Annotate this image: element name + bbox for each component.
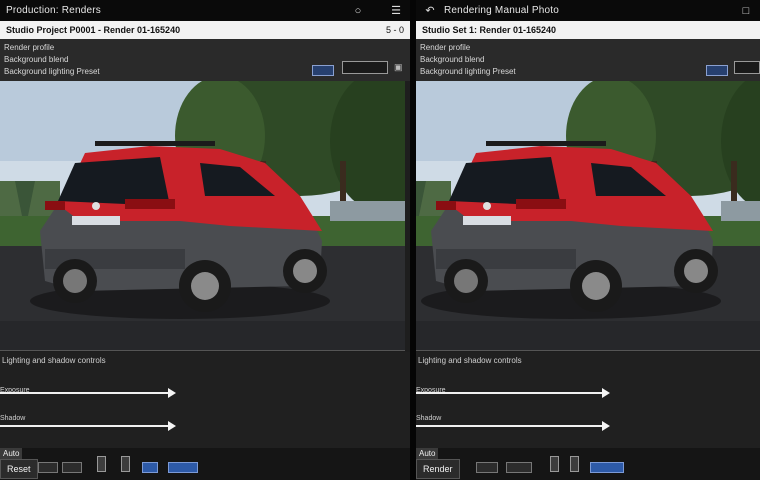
tool-icon[interactable] (97, 456, 106, 472)
controls-panel: Lighting and shadow controls Exposure Sh… (0, 352, 410, 448)
auto-label: Auto (0, 448, 23, 459)
title-bar: Production: Renders ○ ☰ (0, 0, 410, 21)
toolbar-chip[interactable] (476, 462, 498, 473)
toolbar-chip[interactable] (62, 462, 82, 473)
car-image (416, 81, 760, 350)
tool-icon[interactable] (570, 456, 579, 472)
window-title: Rendering Manual Photo (444, 5, 560, 16)
meta-panel: Render profile Background blend Backgrou… (416, 39, 760, 81)
meta-row: Background blend (420, 55, 485, 64)
toolbar-chip-blue[interactable] (590, 462, 624, 473)
controls-panel: Lighting and shadow controls Exposure Sh… (416, 352, 760, 448)
info-counter: 5 - 0 (385, 25, 404, 35)
info-bar: Studio Set 1: Render 01-165240 (416, 21, 760, 39)
slider-label: Shadow (416, 415, 442, 422)
toolbar-chip[interactable] (38, 462, 58, 473)
lock-icon[interactable]: ▣ (394, 62, 403, 73)
meta-row: Background lighting Preset (4, 67, 100, 76)
toolbar-chip[interactable] (506, 462, 532, 473)
exposure-thumb[interactable] (602, 388, 610, 398)
meta-panel: Render profile Background blend Backgrou… (0, 39, 410, 81)
tool-icon[interactable] (121, 456, 130, 472)
search-icon[interactable]: ○ (350, 3, 366, 19)
bottom-toolbar: Auto Reset (0, 448, 410, 480)
controls-caption: Lighting and shadow controls (418, 356, 522, 365)
right-panel: ↶ Rendering Manual Photo □ Studio Set 1:… (416, 0, 760, 480)
render-preview (416, 81, 760, 351)
tool-icon[interactable] (550, 456, 559, 472)
render-button[interactable]: Render (416, 459, 460, 479)
auto-label: Auto (416, 448, 439, 459)
shadow-thumb[interactable] (602, 421, 610, 431)
info-bar: Studio Project P0001 - Render 01-165240 … (0, 21, 410, 39)
controls-caption: Lighting and shadow controls (2, 356, 106, 365)
exposure-thumb[interactable] (168, 388, 176, 398)
info-text: Studio Project P0001 - Render 01-165240 (6, 25, 181, 35)
shadow-slider[interactable] (0, 425, 168, 427)
meta-row: Background lighting Preset (420, 67, 516, 76)
title-bar: ↶ Rendering Manual Photo □ (416, 0, 760, 21)
reset-button[interactable]: Reset (0, 459, 38, 479)
back-icon[interactable]: ↶ (422, 3, 438, 19)
menu-icon[interactable]: ☰ (388, 3, 404, 19)
toolbar-chip-blue[interactable] (142, 462, 158, 473)
preset-button[interactable] (312, 65, 334, 76)
slider-label: Shadow (0, 415, 26, 422)
document-icon[interactable]: □ (738, 3, 754, 19)
bottom-toolbar: Auto Render (416, 448, 760, 480)
shadow-slider[interactable] (416, 425, 602, 427)
car-image (0, 81, 405, 350)
window-title: Production: Renders (6, 5, 101, 16)
preset-button[interactable] (706, 65, 728, 76)
toolbar-chip-blue[interactable] (168, 462, 198, 473)
preset-field[interactable] (342, 61, 388, 74)
left-panel: Production: Renders ○ ☰ Studio Project P… (0, 0, 410, 480)
info-text: Studio Set 1: Render 01-165240 (422, 25, 557, 35)
preset-field[interactable] (734, 61, 760, 74)
exposure-slider[interactable] (416, 392, 602, 394)
exposure-slider[interactable] (0, 392, 168, 394)
render-preview (0, 81, 405, 351)
meta-row: Render profile (4, 43, 55, 52)
meta-row: Background blend (4, 55, 69, 64)
shadow-thumb[interactable] (168, 421, 176, 431)
meta-row: Render profile (420, 43, 471, 52)
